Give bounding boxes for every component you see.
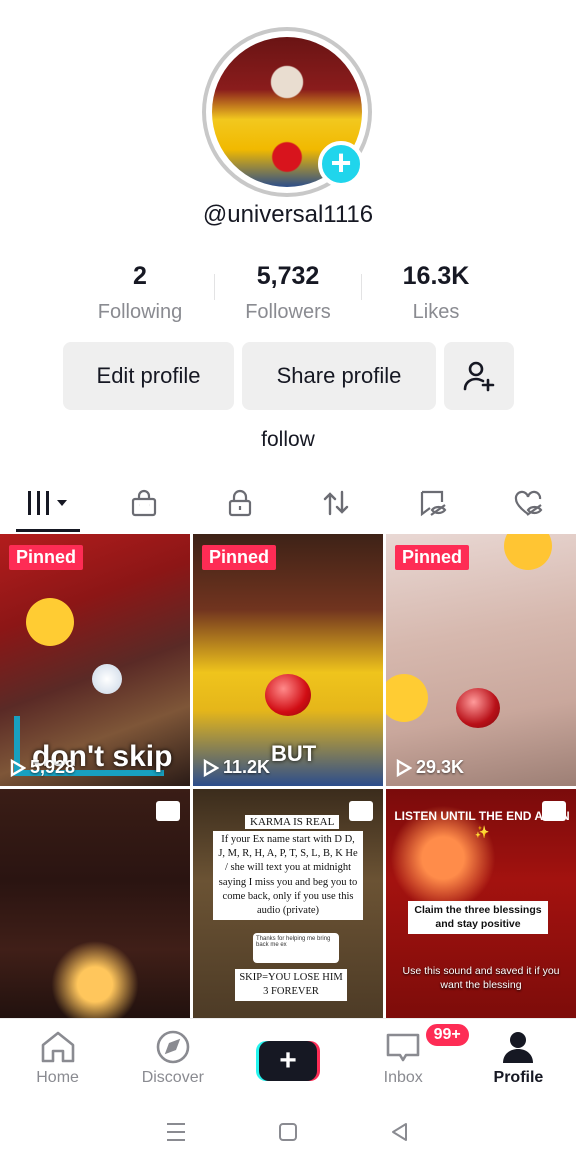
- profile-icon: [503, 1032, 534, 1063]
- message-screenshot: Thanks for helping me bring back me ex: [253, 933, 339, 963]
- favorites-hidden-icon: [420, 490, 447, 517]
- tab-favorites[interactable]: [384, 474, 480, 532]
- monocle-emoji: [26, 598, 74, 646]
- nav-home[interactable]: Home: [0, 1019, 115, 1098]
- add-person-icon: [463, 361, 495, 392]
- videos-icon: [28, 491, 67, 515]
- view-count-value: 29.3K: [416, 757, 465, 777]
- karma-text-box: If your Ex name start with D D, J, M, R,…: [213, 831, 363, 921]
- profile-stats: 2 Following 5,732 Followers 16.3K Likes: [66, 262, 510, 324]
- pinned-badge: Pinned: [202, 545, 277, 570]
- following-label: Following: [97, 301, 183, 323]
- photo-icon: [542, 801, 566, 821]
- inbox-icon: [386, 1033, 420, 1062]
- nav-profile[interactable]: Profile: [461, 1019, 576, 1098]
- create-button[interactable]: +: [256, 1041, 320, 1081]
- profile-bio: follow: [261, 428, 315, 451]
- view-count: 5,928: [10, 757, 75, 778]
- smiling-hearts-emoji: [504, 534, 552, 570]
- tab-private[interactable]: [192, 474, 288, 532]
- crystal-ball: [92, 664, 122, 694]
- view-count-value: 11.2K: [223, 757, 271, 777]
- video-thumbnail[interactable]: BUT Pinned 11.2K: [193, 534, 383, 786]
- photo-icon: [156, 801, 180, 821]
- bottom-nav: Home Discover + 99+ Inbox Profile: [0, 1018, 576, 1098]
- nav-create[interactable]: +: [230, 1019, 345, 1098]
- view-count-value: 5,928: [30, 757, 76, 777]
- system-nav-bar: [0, 1098, 576, 1165]
- plus-icon: +: [330, 141, 352, 183]
- nav-discover[interactable]: Discover: [115, 1019, 230, 1098]
- tab-shop[interactable]: [96, 474, 192, 532]
- scream-emoji: [386, 674, 428, 722]
- profile-avatar[interactable]: +: [202, 27, 372, 197]
- nav-profile-label: Profile: [493, 1069, 544, 1086]
- likes-label: Likes: [412, 301, 460, 323]
- home-icon: [41, 1031, 74, 1063]
- video-caption: BUT: [271, 741, 317, 766]
- photo-icon: [349, 801, 373, 821]
- video-thumbnail[interactable]: Pinned 29.3K: [386, 534, 576, 786]
- pinned-badge: Pinned: [9, 545, 84, 570]
- followers-count: 5,732: [256, 262, 320, 290]
- tab-underline: [16, 529, 80, 532]
- nav-discover-label: Discover: [141, 1069, 204, 1086]
- following-count: 2: [133, 262, 147, 290]
- play-icon: [203, 758, 219, 777]
- tab-videos[interactable]: [0, 474, 96, 532]
- content-tabs: [0, 474, 576, 532]
- skip-warning: SKIP=YOU LOSE HIM 3 FOREVER: [235, 969, 347, 1002]
- play-icon: [10, 758, 26, 777]
- plus-icon: +: [259, 1041, 317, 1081]
- followers-stat[interactable]: 5,732 Followers: [214, 262, 362, 324]
- back-icon[interactable]: [388, 1121, 412, 1143]
- view-count: 11.2K: [203, 757, 270, 778]
- repost-icon: [323, 490, 349, 516]
- tab-liked[interactable]: [480, 474, 576, 532]
- likes-stat[interactable]: 16.3K Likes: [362, 262, 510, 324]
- pinned-badge: Pinned: [395, 545, 470, 570]
- view-count: 29.3K: [396, 757, 464, 778]
- compass-icon: [156, 1030, 190, 1064]
- share-profile-button[interactable]: Share profile: [242, 342, 436, 410]
- crystal-ball: [456, 688, 500, 728]
- nav-inbox[interactable]: 99+ Inbox: [346, 1019, 471, 1098]
- following-stat[interactable]: 2 Following: [66, 262, 214, 324]
- home-square-icon[interactable]: [276, 1121, 300, 1143]
- followers-label: Followers: [245, 301, 331, 323]
- lock-icon: [228, 489, 252, 517]
- profile-actions: Edit profile Share profile: [63, 342, 514, 410]
- add-avatar-button[interactable]: +: [318, 141, 364, 187]
- nav-inbox-label: Inbox: [383, 1069, 423, 1086]
- play-icon: [396, 758, 412, 777]
- shop-bag-icon: [131, 489, 157, 517]
- karma-title: KARMA IS REAL: [245, 815, 340, 829]
- edit-profile-button[interactable]: Edit profile: [63, 342, 234, 410]
- likes-count: 16.3K: [402, 262, 470, 290]
- video-grid: don't skip Pinned 5,928 BUT Pinned 11.2K…: [0, 534, 576, 1019]
- username: @universal1116: [202, 201, 374, 228]
- red-orb: [265, 674, 311, 716]
- nav-home-label: Home: [36, 1069, 79, 1086]
- claim-blessings-box: Claim the three blessings and stay posit…: [408, 901, 548, 935]
- use-sound-text: Use this sound and saved it if you want …: [402, 965, 560, 991]
- photo-thumbnail[interactable]: [0, 789, 190, 1019]
- liked-hidden-icon: [514, 490, 543, 516]
- stat-divider: [214, 274, 215, 300]
- photo-thumbnail[interactable]: LISTEN UNTIL THE END AMEN ✨ Claim the th…: [386, 789, 576, 1019]
- video-thumbnail[interactable]: don't skip Pinned 5,928: [0, 534, 190, 786]
- menu-icon[interactable]: [164, 1121, 188, 1143]
- tab-reposts[interactable]: [288, 474, 384, 532]
- add-friend-button[interactable]: [444, 342, 514, 410]
- photo-thumbnail[interactable]: If your Ex name start with D D, J, M, R,…: [193, 789, 383, 1019]
